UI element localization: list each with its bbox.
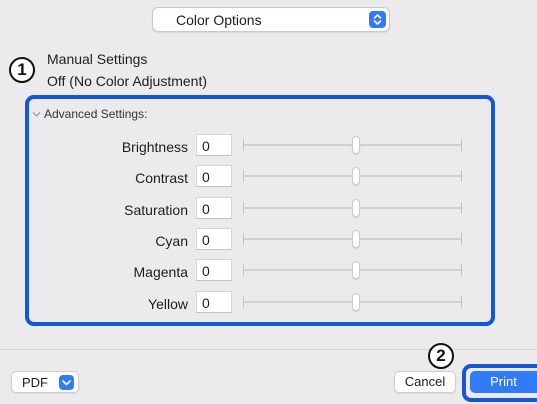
- cyan-slider[interactable]: [243, 229, 462, 249]
- advanced-settings-disclosure[interactable]: Advanced Settings:: [32, 107, 147, 121]
- brightness-field[interactable]: 0: [196, 134, 232, 156]
- slider-knob[interactable]: [352, 293, 360, 311]
- callout-1: 1: [9, 57, 35, 83]
- yellow-label: Yellow: [148, 296, 188, 312]
- magenta-slider[interactable]: [243, 260, 462, 280]
- footer-divider: [0, 349, 537, 350]
- magenta-field[interactable]: 0: [196, 259, 232, 281]
- callout-2: 2: [428, 343, 454, 369]
- brightness-slider[interactable]: [243, 135, 462, 155]
- cancel-button[interactable]: Cancel: [394, 371, 456, 393]
- manual-settings-value: Off (No Color Adjustment): [47, 73, 208, 89]
- advanced-settings-header: Advanced Settings:: [44, 107, 148, 121]
- magenta-label: Magenta: [133, 264, 188, 280]
- contrast-field[interactable]: 0: [196, 165, 232, 187]
- yellow-field[interactable]: 0: [196, 291, 232, 313]
- saturation-field[interactable]: 0: [196, 197, 232, 219]
- slider-knob[interactable]: [352, 230, 360, 248]
- manual-settings-title: Manual Settings: [47, 51, 148, 67]
- print-button[interactable]: Print: [470, 371, 537, 393]
- saturation-label: Saturation: [124, 202, 188, 218]
- slider-knob[interactable]: [352, 199, 360, 217]
- yellow-slider[interactable]: [243, 292, 462, 312]
- slider-knob[interactable]: [352, 136, 360, 154]
- cyan-label: Cyan: [155, 233, 188, 249]
- saturation-slider[interactable]: [243, 198, 462, 218]
- up-down-chevron-icon: [369, 11, 386, 28]
- chevron-down-icon: [59, 375, 74, 390]
- contrast-slider[interactable]: [243, 166, 462, 186]
- color-options-popup[interactable]: Color Options: [152, 7, 390, 32]
- slider-knob[interactable]: [352, 167, 360, 185]
- brightness-label: Brightness: [121, 139, 188, 155]
- slider-knob[interactable]: [352, 261, 360, 279]
- contrast-label: Contrast: [135, 170, 188, 186]
- pdf-label: PDF: [22, 375, 48, 390]
- color-options-label: Color Options: [176, 12, 262, 28]
- chevron-down-icon: [32, 110, 44, 121]
- pdf-menu-button[interactable]: PDF: [11, 371, 79, 393]
- cyan-field[interactable]: 0: [196, 228, 232, 250]
